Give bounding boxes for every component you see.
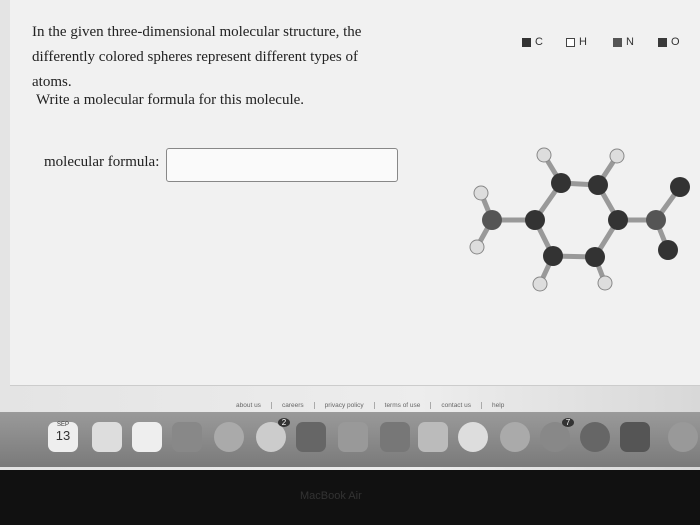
atom-n (482, 210, 502, 230)
music-icon[interactable] (500, 422, 530, 452)
atom-c (525, 210, 545, 230)
bezel-label: MacBook Air (300, 490, 362, 502)
pages-icon[interactable] (338, 422, 368, 452)
calendar-icon[interactable]: SEP 13 (48, 422, 78, 452)
footer-link[interactable]: privacy policy (315, 402, 375, 409)
atom-o (670, 177, 690, 197)
atom-n (646, 210, 666, 230)
atom-h (597, 275, 613, 291)
atom-o (658, 240, 678, 260)
photo-booth-icon[interactable] (172, 422, 202, 452)
news-icon[interactable] (458, 422, 488, 452)
atom-c (608, 210, 628, 230)
atom-h (532, 276, 548, 292)
atom-c (551, 173, 571, 193)
footer-link[interactable]: careers (272, 402, 315, 409)
screen: In the given three-dimensional molecular… (0, 0, 700, 470)
photos-icon[interactable] (214, 422, 244, 452)
footer-link[interactable]: terms of use (375, 402, 432, 409)
reminders-icon[interactable] (132, 422, 162, 452)
safari-icon[interactable] (668, 422, 698, 452)
atom-h (609, 148, 625, 164)
atom-c (585, 247, 605, 267)
app-store-icon[interactable]: 7 (540, 418, 574, 452)
keynote-icon[interactable] (418, 422, 448, 452)
word-icon[interactable] (620, 422, 650, 452)
molecule-3d-model (469, 147, 690, 292)
badge: 2 (278, 418, 290, 427)
dock: SEP 13 2 7 (0, 412, 700, 467)
badge: 7 (562, 418, 574, 427)
facetime-icon[interactable] (296, 422, 326, 452)
footer-link[interactable]: about us (226, 402, 272, 409)
atom-h (473, 185, 489, 201)
system-preferences-icon[interactable] (580, 422, 610, 452)
calendar-day: 13 (55, 428, 71, 443)
numbers-icon[interactable] (380, 422, 410, 452)
footer-link[interactable]: help (482, 402, 514, 409)
atom-h (469, 239, 485, 255)
atom-c (543, 246, 563, 266)
notes-icon[interactable] (92, 422, 122, 452)
atom-h (536, 147, 552, 163)
footer-link[interactable]: contact us (431, 402, 483, 409)
atom-c (588, 175, 608, 195)
footer-links: about us careers privacy policy terms of us… (226, 402, 514, 409)
messages-icon[interactable]: 2 (256, 418, 290, 452)
